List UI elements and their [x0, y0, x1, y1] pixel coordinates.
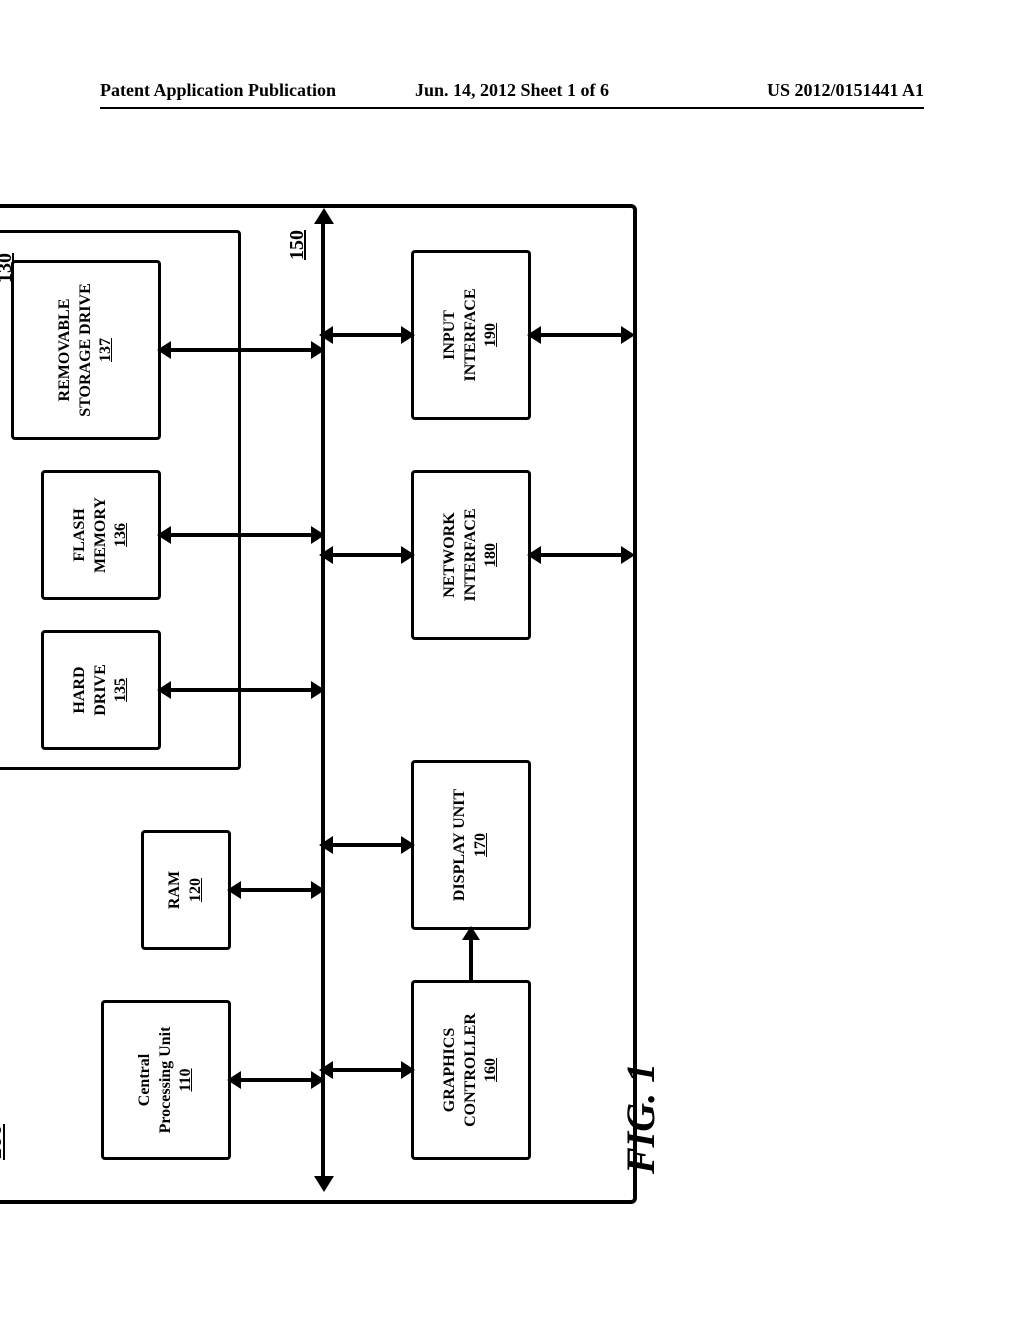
bus-line: [321, 220, 325, 1180]
connector: [161, 688, 321, 692]
arrow-up-icon: [319, 1061, 333, 1079]
net-label: NETWORKINTERFACE: [440, 508, 482, 601]
arrow-up-icon: [227, 881, 241, 899]
system-ref: 100: [0, 1124, 8, 1160]
connector: [231, 1078, 321, 1082]
connector: [231, 888, 321, 892]
connector: [161, 533, 321, 537]
gfx-label: GRAPHICSCONTROLLER: [440, 1013, 482, 1127]
connector: [531, 553, 631, 557]
arrow-down-icon: [311, 526, 325, 544]
hard-drive-block: HARDDRIVE 135: [41, 630, 161, 750]
connector: [531, 333, 631, 337]
cpu-label: CentralProcessing Unit: [135, 1027, 177, 1134]
arrow-down-icon: [401, 546, 415, 564]
gfx-ref: 160: [481, 1058, 502, 1082]
hdd-label: HARDDRIVE: [70, 664, 112, 716]
arrow-down-icon: [401, 326, 415, 344]
hdd-ref: 135: [111, 678, 132, 702]
arrow-up-icon: [319, 546, 333, 564]
connector: [325, 553, 411, 557]
display-unit-block: DISPLAY UNIT 170: [411, 760, 531, 930]
arrow-up-icon: [157, 341, 171, 359]
arrow-up-icon: [157, 526, 171, 544]
input-interface-block: INPUTINTERFACE 190: [411, 250, 531, 420]
ram-ref: 120: [186, 878, 207, 902]
flash-ref: 136: [111, 523, 132, 547]
graphics-controller-block: GRAPHICSCONTROLLER 160: [411, 980, 531, 1160]
arrow-down-icon: [311, 881, 325, 899]
disp-label: DISPLAY UNIT: [450, 789, 471, 901]
cpu-ref: 110: [176, 1068, 197, 1091]
net-ref: 180: [481, 543, 502, 567]
network-interface-block: NETWORKINTERFACE 180: [411, 470, 531, 640]
bus-ref: 150: [286, 230, 309, 260]
arrow-up-icon: [319, 836, 333, 854]
connector: [325, 843, 411, 847]
cpu-block: CentralProcessing Unit 110: [101, 1000, 231, 1160]
arrow-right-icon: [314, 208, 334, 224]
arrow-up-icon: [527, 326, 541, 344]
arrow-up-icon: [227, 1071, 241, 1089]
connector: [161, 348, 321, 352]
arrow-down-icon: [621, 546, 635, 564]
arrow-down-icon: [311, 681, 325, 699]
rsd-label: REMOVABLESTORAGE DRIVE: [55, 283, 97, 417]
figure-label: FIG. 1: [617, 1063, 664, 1174]
flash-memory-block: FLASHMEMORY 136: [41, 470, 161, 600]
arrow-right-icon: [462, 926, 480, 940]
flash-label: FLASHMEMORY: [70, 497, 112, 573]
connector: [325, 333, 411, 337]
arrow-left-icon: [314, 1176, 334, 1192]
figure-area: REMOVABLE STORAGE UNIT 140 100 130 Centr…: [0, 384, 927, 1204]
header-center: Jun. 14, 2012 Sheet 1 of 6: [375, 80, 650, 101]
ram-label: RAM: [165, 871, 186, 909]
header-right: US 2012/0151441 A1: [649, 80, 924, 101]
ram-block: RAM 120: [141, 830, 231, 950]
removable-storage-drive-block: REMOVABLESTORAGE DRIVE 137: [11, 260, 161, 440]
arrow-down-icon: [621, 326, 635, 344]
inp-label: INPUTINTERFACE: [440, 288, 482, 381]
arrow-down-icon: [401, 1061, 415, 1079]
arrow-up-icon: [157, 681, 171, 699]
header-left: Patent Application Publication: [100, 80, 375, 101]
inp-ref: 190: [481, 323, 502, 347]
page-header: Patent Application Publication Jun. 14, …: [100, 80, 924, 109]
connector: [325, 1068, 411, 1072]
arrow-up-icon: [527, 546, 541, 564]
arrow-up-icon: [319, 326, 333, 344]
page: Patent Application Publication Jun. 14, …: [0, 0, 1024, 1320]
system-box: 100 130 CentralProcessing Unit 110 RAM 1…: [0, 204, 637, 1204]
arrow-down-icon: [401, 836, 415, 854]
rsd-ref: 137: [96, 338, 117, 362]
disp-ref: 170: [471, 833, 492, 857]
